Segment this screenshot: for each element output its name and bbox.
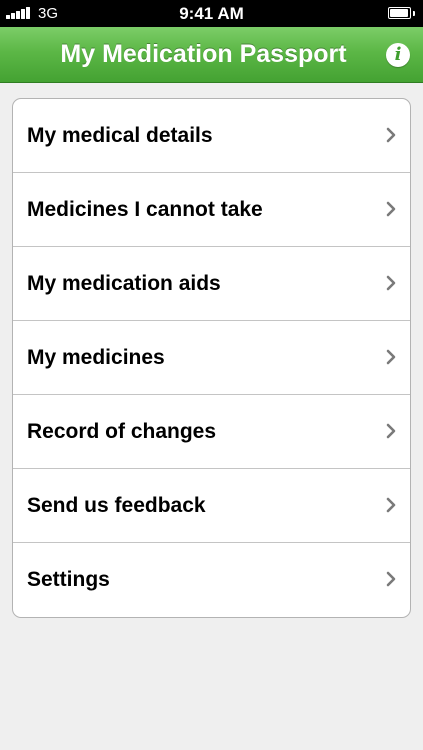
menu-item-my-medication-aids[interactable]: My medication aids xyxy=(13,247,410,321)
menu-item-my-medical-details[interactable]: My medical details xyxy=(13,99,410,173)
menu-item-settings[interactable]: Settings xyxy=(13,543,410,617)
chevron-right-icon xyxy=(386,423,396,439)
menu-item-my-medicines[interactable]: My medicines xyxy=(13,321,410,395)
chevron-right-icon xyxy=(386,275,396,291)
chevron-right-icon xyxy=(386,127,396,143)
chevron-right-icon xyxy=(386,571,396,587)
menu-item-record-of-changes[interactable]: Record of changes xyxy=(13,395,410,469)
menu-item-label: Record of changes xyxy=(27,420,217,443)
page-title: My Medication Passport xyxy=(60,40,347,68)
menu-item-label: Medicines I cannot take xyxy=(27,198,263,221)
info-button[interactable]: i xyxy=(386,43,410,67)
menu-item-label: My medication aids xyxy=(27,272,221,295)
menu-item-label: My medicines xyxy=(27,346,165,369)
menu-item-send-us-feedback[interactable]: Send us feedback xyxy=(13,469,410,543)
navigation-bar: My Medication Passport i xyxy=(0,27,423,83)
status-time: 9:41 AM xyxy=(179,4,244,23)
menu-item-label: Send us feedback xyxy=(27,494,206,517)
main-menu: My medical details Medicines I cannot ta… xyxy=(12,98,411,618)
chevron-right-icon xyxy=(386,497,396,513)
status-bar: 3G 9:41 AM xyxy=(0,0,423,27)
menu-item-label: Settings xyxy=(27,568,110,591)
menu-item-medicines-i-cannot-take[interactable]: Medicines I cannot take xyxy=(13,173,410,247)
menu-item-label: My medical details xyxy=(27,124,213,147)
chevron-right-icon xyxy=(386,349,396,365)
info-icon: i xyxy=(394,44,402,65)
battery-icon xyxy=(388,7,415,20)
chevron-right-icon xyxy=(386,201,396,217)
